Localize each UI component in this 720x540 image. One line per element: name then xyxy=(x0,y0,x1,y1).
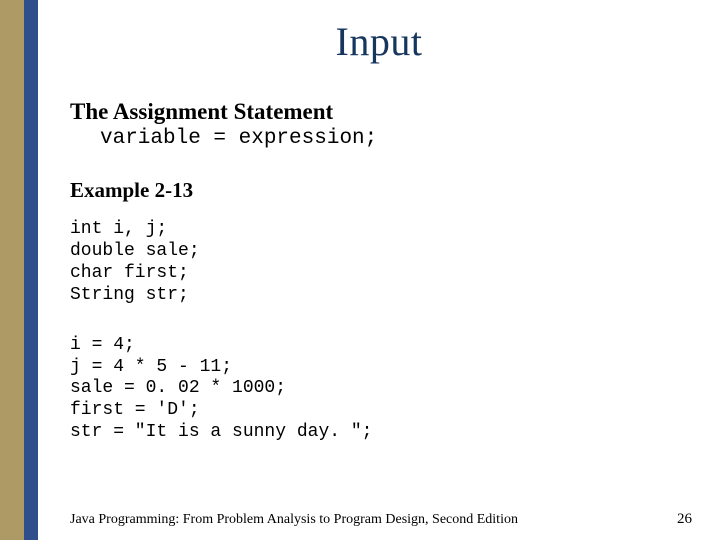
page-number: 26 xyxy=(677,511,692,528)
slide-content: Input The Assignment Statement variable … xyxy=(38,0,720,540)
slide-body: The Assignment Statement variable = expr… xyxy=(38,99,720,444)
left-stripe-blue xyxy=(24,0,38,540)
footer-text: Java Programming: From Problem Analysis … xyxy=(70,512,518,528)
syntax-line: variable = expression; xyxy=(70,127,700,152)
left-stripe-gold xyxy=(0,0,24,540)
assignments-block: i = 4; j = 4 * 5 - 11; sale = 0. 02 * 10… xyxy=(70,335,700,445)
example-label: Example 2-13 xyxy=(70,178,700,203)
section-heading: The Assignment Statement xyxy=(70,99,700,125)
footer: Java Programming: From Problem Analysis … xyxy=(38,511,710,528)
slide-title: Input xyxy=(38,18,720,65)
declarations-block: int i, j; double sale; char first; Strin… xyxy=(70,219,700,307)
